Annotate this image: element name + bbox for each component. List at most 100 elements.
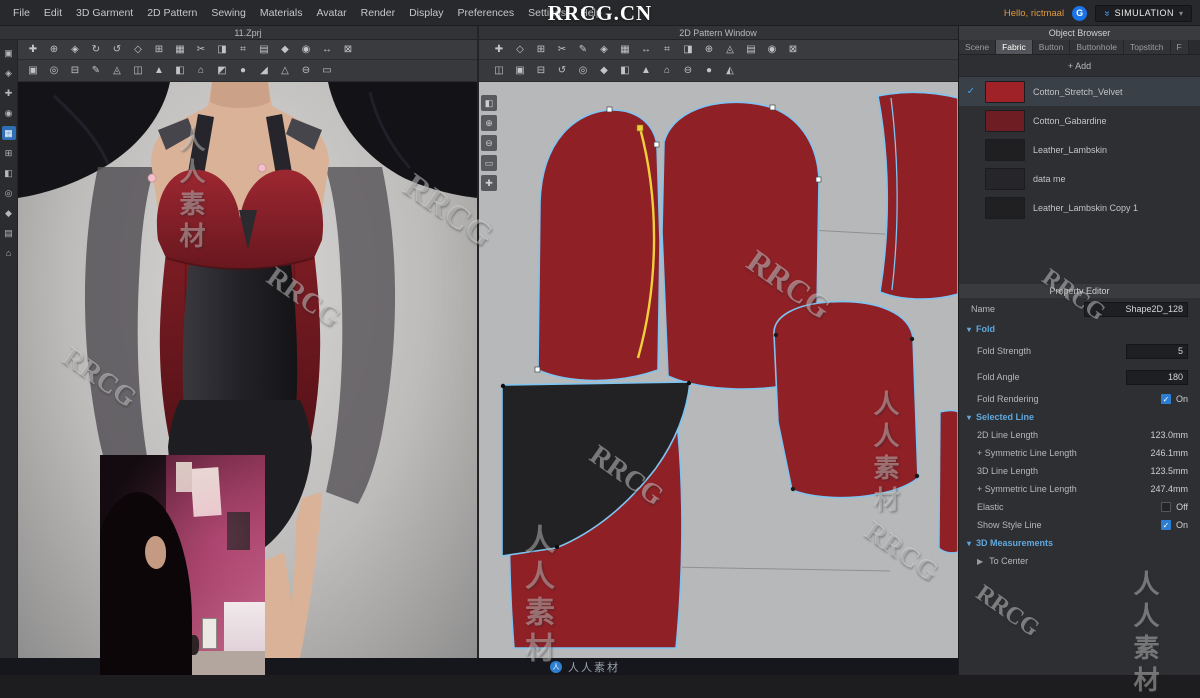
2d-pattern-viewport[interactable] xyxy=(478,82,958,658)
fold-strength-input[interactable]: 5 xyxy=(1126,343,1188,359)
toolbar-icon[interactable]: ◢ xyxy=(255,63,273,79)
toolbar-icon[interactable]: ◉ xyxy=(297,42,315,58)
toolbar-icon[interactable]: ▣ xyxy=(24,63,42,79)
toolbar-icon[interactable]: ⌗ xyxy=(234,42,252,58)
rail-tool-icon[interactable]: ⊞ xyxy=(2,146,16,160)
toolbar-icon[interactable]: ◬ xyxy=(721,42,739,58)
toolbar-icon[interactable]: ⌂ xyxy=(192,63,210,79)
rail-tool-icon[interactable]: ▣ xyxy=(2,46,16,60)
toolbar-icon[interactable]: ◆ xyxy=(595,63,613,79)
toolbar-icon[interactable]: ◈ xyxy=(595,42,613,58)
menu-item[interactable]: Render xyxy=(354,4,402,22)
pattern-tool-icon[interactable]: ◧ xyxy=(481,95,497,111)
rail-tool-icon[interactable]: ◆ xyxy=(2,206,16,220)
toolbar-icon[interactable]: ▤ xyxy=(742,42,760,58)
menu-item[interactable]: 2D Pattern xyxy=(140,4,204,22)
toolbar-icon[interactable]: ✂ xyxy=(192,42,210,58)
pattern-tool-icon[interactable]: ⊕ xyxy=(481,115,497,131)
fabric-item[interactable]: ✓ Leather_Lambskin Copy 1 xyxy=(959,193,1200,222)
toolbar-icon[interactable]: ◩ xyxy=(213,63,231,79)
toolbar-icon[interactable]: ◫ xyxy=(490,63,508,79)
section-3d-measurements[interactable]: ▾ 3D Measurements xyxy=(959,534,1200,552)
toolbar-icon[interactable]: ⌂ xyxy=(658,63,676,79)
toolbar-icon[interactable]: ▲ xyxy=(637,63,655,79)
fabric-swatch[interactable] xyxy=(985,80,1025,103)
rail-tool-icon[interactable]: ◈ xyxy=(2,66,16,80)
menu-item[interactable]: Edit xyxy=(37,4,69,22)
toolbar-icon[interactable]: ◇ xyxy=(511,42,529,58)
tab[interactable]: Scene xyxy=(959,40,997,54)
toolbar-icon[interactable]: ▦ xyxy=(171,42,189,58)
toolbar-icon[interactable]: ⊟ xyxy=(66,63,84,79)
toolbar-icon[interactable]: ◨ xyxy=(679,42,697,58)
toolbar-icon[interactable]: ↻ xyxy=(87,42,105,58)
pattern-tool-icon[interactable]: ✚ xyxy=(481,175,497,191)
toolbar-icon[interactable]: ✚ xyxy=(490,42,508,58)
toolbar-icon[interactable]: ◇ xyxy=(129,42,147,58)
toolbar-icon[interactable]: ✚ xyxy=(24,42,42,58)
toolbar-icon[interactable]: ⊕ xyxy=(45,42,63,58)
toolbar-icon[interactable]: ◎ xyxy=(574,63,592,79)
toolbar-icon[interactable]: ◧ xyxy=(616,63,634,79)
panel-divider[interactable] xyxy=(477,26,479,658)
menu-item[interactable]: Materials xyxy=(253,4,310,22)
tab[interactable]: Fabric xyxy=(996,40,1033,54)
fabric-swatch[interactable] xyxy=(985,196,1025,219)
toolbar-icon[interactable]: ▤ xyxy=(255,42,273,58)
toolbar-icon[interactable]: ⌗ xyxy=(658,42,676,58)
pattern-tool-icon[interactable]: ▭ xyxy=(481,155,497,171)
rail-tool-icon[interactable]: ◧ xyxy=(2,166,16,180)
fabric-item[interactable]: ✓ Leather_Lambskin xyxy=(959,135,1200,164)
toolbar-icon[interactable]: ✎ xyxy=(87,63,105,79)
add-fabric-button[interactable]: + Add xyxy=(959,55,1200,77)
toolbar-icon[interactable]: ⊖ xyxy=(679,63,697,79)
section-selected-line[interactable]: ▾ Selected Line xyxy=(959,408,1200,426)
account-logo-icon[interactable]: G xyxy=(1072,5,1088,21)
menu-item[interactable]: File xyxy=(6,4,37,22)
toolbar-icon[interactable]: ↺ xyxy=(108,42,126,58)
pattern-tool-icon[interactable]: ⊖ xyxy=(481,135,497,151)
toolbar-icon[interactable]: ◫ xyxy=(129,63,147,79)
menu-item[interactable]: 3D Garment xyxy=(69,4,140,22)
fabric-swatch[interactable] xyxy=(985,109,1025,132)
tab[interactable]: F xyxy=(1170,40,1189,54)
rail-tool-icon[interactable]: ◎ xyxy=(2,186,16,200)
toolbar-icon[interactable]: ⊖ xyxy=(297,63,315,79)
toolbar-icon[interactable]: △ xyxy=(276,63,294,79)
rail-tool-icon[interactable]: ✚ xyxy=(2,86,16,100)
toolbar-icon[interactable]: ▭ xyxy=(318,63,336,79)
menu-item[interactable]: Sewing xyxy=(204,4,252,22)
fabric-swatch[interactable] xyxy=(985,167,1025,190)
menu-item[interactable]: Avatar xyxy=(309,4,353,22)
rail-tool-icon[interactable]: ◉ xyxy=(2,106,16,120)
toolbar-icon[interactable]: ⊕ xyxy=(700,42,718,58)
to-center-row[interactable]: ▶ To Center xyxy=(959,552,1200,570)
toolbar-icon[interactable]: ⊟ xyxy=(532,63,550,79)
section-fold[interactable]: ▾ Fold xyxy=(959,320,1200,338)
rail-tool-icon[interactable]: ⌂ xyxy=(2,246,16,260)
tab[interactable]: Topstitch xyxy=(1123,40,1171,54)
toolbar-icon[interactable]: ↔ xyxy=(318,42,336,58)
menu-item[interactable]: Preferences xyxy=(451,4,522,22)
toolbar-icon[interactable]: ✎ xyxy=(574,42,592,58)
checkbox-checked[interactable]: ✓ xyxy=(1160,520,1171,530)
toolbar-icon[interactable]: ▲ xyxy=(150,63,168,79)
toolbar-icon[interactable]: ● xyxy=(700,63,718,79)
fabric-swatch[interactable] xyxy=(985,138,1025,161)
toolbar-icon[interactable]: ⊞ xyxy=(150,42,168,58)
toolbar-icon[interactable]: ◆ xyxy=(276,42,294,58)
toolbar-icon[interactable]: ◬ xyxy=(108,63,126,79)
menu-item[interactable]: Settings xyxy=(521,4,573,22)
checkbox-checked[interactable]: ✓ xyxy=(1160,394,1171,404)
toolbar-icon[interactable]: ⊞ xyxy=(532,42,550,58)
2d-pattern-view[interactable] xyxy=(478,82,958,658)
checkbox-unchecked[interactable] xyxy=(1161,502,1172,512)
fabric-item[interactable]: ✓ Cotton_Stretch_Velvet xyxy=(959,77,1200,106)
toolbar-icon[interactable]: ↔ xyxy=(637,42,655,58)
toolbar-icon[interactable]: ⊠ xyxy=(339,42,357,58)
toolbar-icon[interactable]: ◭ xyxy=(721,63,739,79)
toolbar-icon[interactable]: ✂ xyxy=(553,42,571,58)
toolbar-icon[interactable]: ⊠ xyxy=(784,42,802,58)
toolbar-icon[interactable]: ◧ xyxy=(171,63,189,79)
fold-angle-input[interactable]: 180 xyxy=(1126,369,1188,385)
